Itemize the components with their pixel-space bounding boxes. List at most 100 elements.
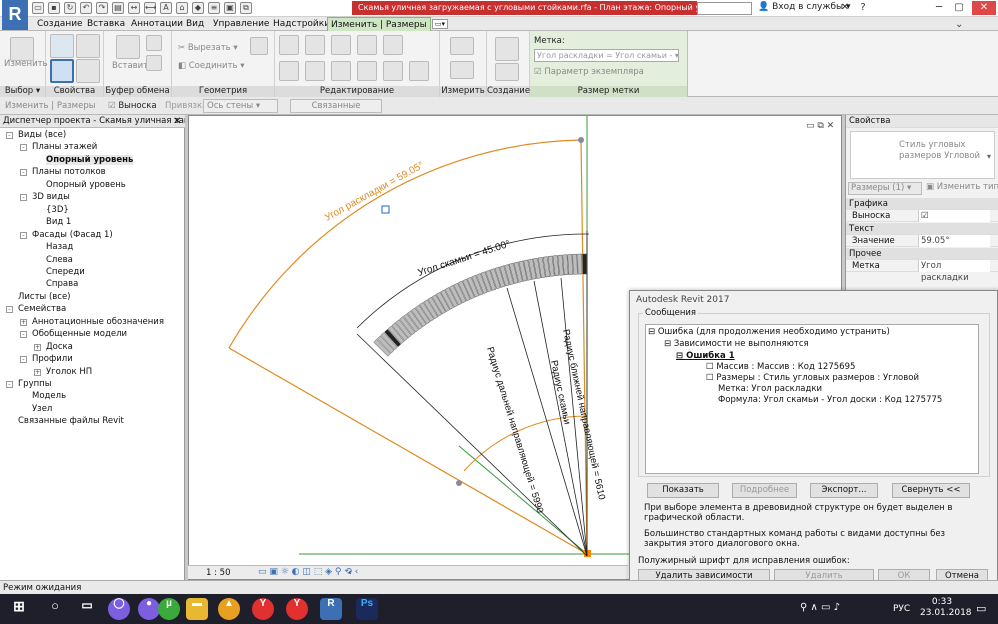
rotate-icon[interactable]: [331, 61, 351, 81]
tree-error-1[interactable]: ⊟ Ошибка 1: [676, 351, 735, 361]
browser-item[interactable]: Узел: [32, 404, 52, 414]
paste-icon[interactable]: [116, 35, 140, 59]
browser-item[interactable]: Вид 1: [46, 217, 71, 227]
tab-create[interactable]: Создание: [34, 17, 86, 31]
scroll-left-icon[interactable]: ‹: [348, 568, 352, 578]
sync-icon[interactable]: ↻: [64, 2, 76, 14]
close-browser-icon[interactable]: ✕: [173, 116, 181, 127]
instance-param-checkbox[interactable]: ☑ Параметр экземпляра: [534, 67, 644, 77]
save-icon[interactable]: ▪: [48, 2, 60, 14]
start-icon[interactable]: ⊞: [8, 598, 30, 620]
photoshop-icon[interactable]: Ps: [356, 598, 378, 620]
tree-toggle-icon[interactable]: -: [20, 169, 27, 177]
browser-item[interactable]: Опорный уровень: [46, 180, 126, 190]
export-button[interactable]: Экспорт...: [810, 483, 878, 498]
copy-icon[interactable]: [146, 35, 162, 51]
view-window-controls[interactable]: ▭ ⧉ ✕: [806, 121, 834, 131]
modify-arrow-icon[interactable]: [10, 37, 34, 61]
minimize-button[interactable]: ─: [932, 1, 946, 15]
browser-item[interactable]: Назад: [46, 242, 73, 252]
tree-toggle-icon[interactable]: -: [6, 306, 13, 314]
3d-icon[interactable]: ⌂: [176, 2, 188, 14]
leader-checkbox-prop[interactable]: ☑: [918, 210, 990, 222]
tree-toggle-icon[interactable]: -: [6, 132, 13, 139]
prop-category-graphics[interactable]: Графика: [846, 198, 998, 210]
revit-taskbar-icon[interactable]: R: [320, 598, 342, 620]
family-types-icon[interactable]: [76, 34, 100, 58]
tree-toggle-icon[interactable]: -: [20, 194, 27, 202]
tree-error-root[interactable]: ⊟ Ошибка (для продолжения необходимо уст…: [648, 327, 890, 337]
join-button[interactable]: ◧ Соединить ▾: [178, 61, 245, 71]
browser-item[interactable]: 3D виды: [32, 192, 70, 202]
browser-item[interactable]: Модель: [32, 391, 66, 401]
messages-tree[interactable]: ⊟ Ошибка (для продолжения необходимо уст…: [645, 324, 979, 474]
tray-icons[interactable]: ⚲ ∧ ▭ ♪: [800, 602, 840, 613]
create-similar-icon[interactable]: [495, 37, 519, 61]
help-icon[interactable]: ?: [856, 1, 870, 15]
tree-item-dimension[interactable]: ☐ Размеры : Стиль угловых размеров : Угл…: [706, 373, 919, 383]
folder-icon[interactable]: ▬: [186, 598, 208, 620]
tree-toggle-icon[interactable]: +: [34, 343, 41, 351]
label-field[interactable]: Угол раскладки: [918, 260, 990, 283]
browser-item[interactable]: Справа: [46, 279, 78, 289]
scale-label[interactable]: 1 : 50: [206, 568, 231, 578]
tree-toggle-icon[interactable]: +: [20, 318, 27, 326]
aligned-dimension-icon[interactable]: [450, 61, 474, 79]
browser-item[interactable]: Опорный уровень: [46, 154, 134, 165]
browser-item[interactable]: Обобщенные модели: [32, 329, 127, 339]
split-icon[interactable]: [383, 35, 403, 55]
tab-addins[interactable]: Надстройки: [270, 17, 333, 31]
browser-item[interactable]: {3D}: [46, 205, 69, 215]
ribbon-toggle-icon[interactable]: ▭▾: [432, 19, 448, 29]
browser-item[interactable]: Планы потолков: [32, 167, 106, 177]
close-hidden-icon[interactable]: ▣: [224, 2, 236, 14]
yandex-browser-2-icon[interactable]: Y: [286, 598, 308, 620]
browser-item[interactable]: Доска: [46, 342, 73, 352]
leader-checkbox[interactable]: ☑ Выноска: [108, 101, 157, 111]
browser-item[interactable]: Группы: [18, 379, 51, 389]
undo-icon[interactable]: ↶: [80, 2, 92, 14]
search-input[interactable]: [697, 2, 752, 15]
clock[interactable]: 0:33 23.01.2018: [920, 597, 972, 619]
login-menu[interactable]: 👤 Вход в службы ▾: [758, 2, 851, 12]
tab-modify-dimensions[interactable]: Изменить | Размеры: [327, 17, 431, 31]
measure-icon[interactable]: ↔: [128, 2, 140, 14]
tree-toggle-icon[interactable]: -: [20, 231, 27, 239]
type-dropdown-icon[interactable]: ▾: [987, 152, 991, 161]
browser-item[interactable]: Аннотационные обозначения: [32, 317, 164, 327]
redo-icon[interactable]: ↷: [96, 2, 108, 14]
mirror-draw-icon[interactable]: [357, 35, 377, 55]
open-icon[interactable]: ▭: [32, 2, 44, 14]
browser-item[interactable]: Уголок НП: [46, 367, 92, 377]
collapse-button[interactable]: Свернуть <<: [892, 483, 970, 498]
prop-category-other[interactable]: Прочее: [846, 248, 998, 260]
aimp-icon[interactable]: ▲: [218, 598, 240, 620]
show-button[interactable]: Показать: [647, 483, 719, 498]
type-selector[interactable]: Стиль угловых размеров Угловой ▾: [850, 131, 995, 179]
dimension-icon[interactable]: ⟷: [144, 2, 156, 14]
align-icon[interactable]: [279, 35, 299, 55]
value-field[interactable]: 59.05°: [918, 235, 990, 247]
browser-item[interactable]: Слева: [46, 255, 73, 265]
microphone-icon[interactable]: ●: [138, 598, 160, 620]
browser-item[interactable]: Листы (все): [18, 292, 71, 302]
close-button[interactable]: ✕: [972, 1, 996, 15]
tree-toggle-icon[interactable]: -: [20, 144, 27, 152]
alice-icon[interactable]: ◯: [108, 598, 130, 620]
modify-button-label[interactable]: Изменить: [4, 59, 48, 69]
thin-lines-icon[interactable]: ≡: [208, 2, 220, 14]
tab-insert[interactable]: Вставка: [84, 17, 128, 31]
tab-annotate[interactable]: Аннотации: [128, 17, 186, 31]
label-dropdown[interactable]: Угол раскладки = Угол скамьи - ▾: [534, 49, 679, 62]
wall-joins-icon[interactable]: [250, 37, 268, 55]
revit-app-button[interactable]: R: [2, 0, 28, 30]
browser-item[interactable]: Профили: [32, 354, 73, 364]
browser-item[interactable]: Связанные файлы Revit: [18, 416, 124, 426]
switch-windows-icon[interactable]: ⧉: [240, 2, 252, 14]
exchange-icon[interactable]: ✕: [838, 1, 852, 15]
cut-button[interactable]: ✂ Вырезать ▾: [178, 43, 238, 53]
group-label-select[interactable]: Выбор ▾: [0, 86, 45, 97]
type-properties-icon[interactable]: [50, 59, 74, 83]
browser-item[interactable]: Спереди: [46, 267, 85, 277]
section-icon[interactable]: ◆: [192, 2, 204, 14]
